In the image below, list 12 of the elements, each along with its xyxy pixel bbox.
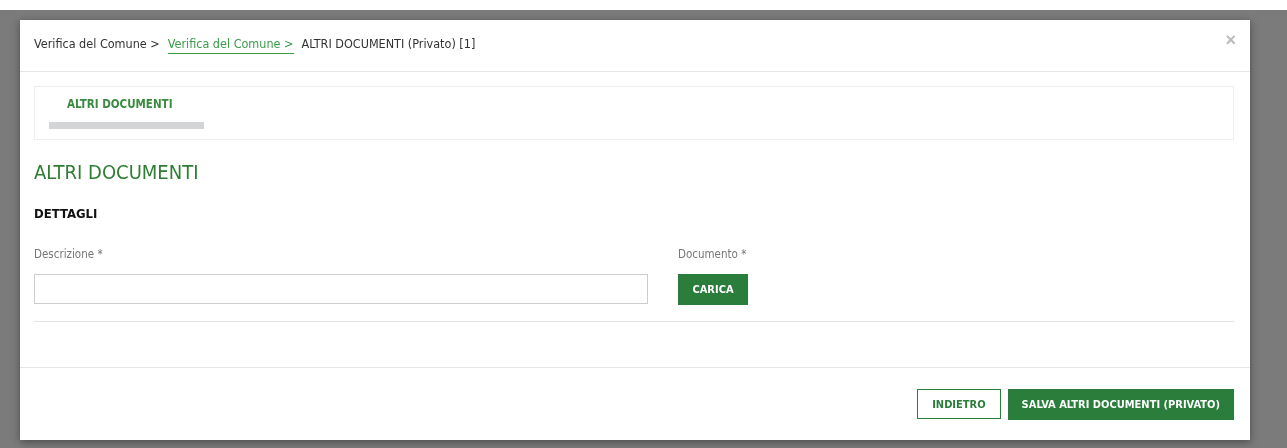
- save-button[interactable]: SALVA ALTRI DOCUMENTI (PRIVATO): [1007, 388, 1234, 420]
- step-tab[interactable]: ALTRI DOCUMENTI: [49, 97, 204, 111]
- field-label: Documento *: [678, 247, 748, 261]
- back-button[interactable]: INDIETRO: [917, 389, 1001, 419]
- field-label: Descrizione *: [34, 247, 104, 261]
- breadcrumb-current: ALTRI DOCUMENTI (Privato) [1]: [301, 36, 476, 53]
- breadcrumb-link[interactable]: Verifica del Comune >: [167, 36, 294, 54]
- upload-button[interactable]: CARICA: [678, 274, 748, 305]
- section-title: DETTAGLI: [34, 206, 99, 221]
- page-title: ALTRI DOCUMENTI: [34, 160, 200, 184]
- breadcrumb-item[interactable]: Verifica del Comune >: [34, 36, 160, 54]
- description-input-field[interactable]: [34, 274, 648, 304]
